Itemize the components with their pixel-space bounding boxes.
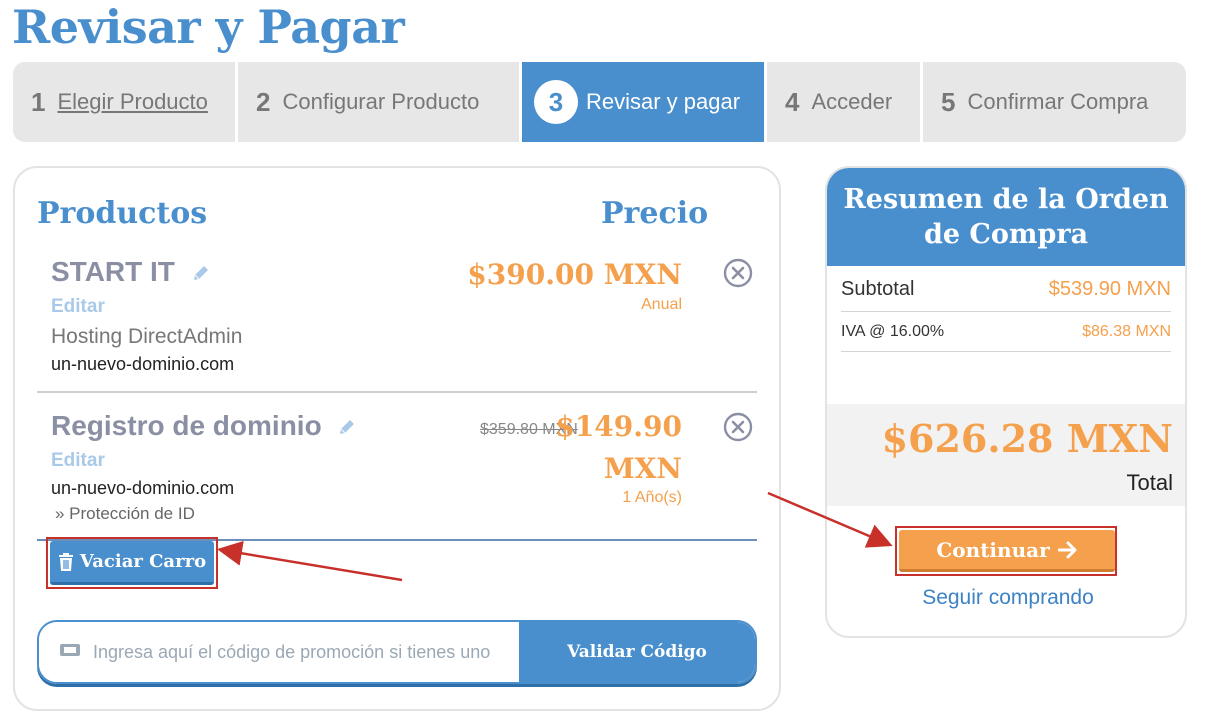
step-configure-product: 2 Configurar Producto [238, 62, 519, 142]
order-summary-panel: Resumen de la Orden de Compra Subtotal $… [825, 166, 1187, 638]
step-confirm-purchase: 5 Confirmar Compra [923, 62, 1186, 142]
step-label: Configurar Producto [282, 89, 480, 114]
edit-link[interactable]: Editar [51, 296, 105, 318]
product-name: Registro de dominio [51, 410, 357, 444]
summary-title: Resumen de la Orden de Compra [827, 168, 1185, 266]
product-domain: un-nuevo-dominio.com [51, 478, 235, 498]
subtotal-value: $539.90 MXN [1048, 278, 1171, 300]
page-title: Revisar y Pagar [12, 0, 405, 54]
continue-label: Continuar [936, 537, 1050, 562]
empty-cart-button[interactable]: Vaciar Carro [50, 541, 214, 585]
product-name-text: START IT [51, 256, 175, 287]
products-header: Productos [37, 196, 208, 231]
product-price: $390.00 MXN [467, 258, 682, 291]
promo-code-input[interactable] [93, 641, 513, 663]
tax-row: IVA @ 16.00% $86.38 MXN [841, 312, 1171, 352]
product-name: START IT [51, 256, 211, 290]
remove-item-icon[interactable] [723, 412, 753, 442]
step-number: 3 [534, 80, 578, 124]
promo-code-form: Validar Código [37, 620, 757, 684]
subtotal-row: Subtotal $539.90 MXN [841, 268, 1171, 312]
continue-button[interactable]: Continuar [899, 530, 1115, 572]
product-group: Hosting DirectAdmin [51, 325, 243, 348]
product-domain: un-nuevo-dominio.com [51, 354, 235, 374]
step-label[interactable]: Elegir Producto [57, 89, 207, 115]
validate-code-button[interactable]: Validar Código [519, 622, 755, 682]
total-label: Total [1126, 470, 1173, 495]
step-number: 2 [256, 86, 271, 117]
product-price: $149.90 [555, 410, 682, 443]
arrow-right-icon [1057, 541, 1078, 559]
step-number: 1 [31, 86, 46, 117]
pencil-icon[interactable] [337, 412, 357, 444]
tax-label: IVA @ 16.00% [841, 322, 945, 340]
total-amount: $626.28 MXN [881, 416, 1173, 461]
addon-item: » Protección de ID [55, 504, 195, 523]
billing-cycle: 1 Año(s) [622, 489, 682, 506]
continue-shopping-link[interactable]: Seguir comprando [827, 586, 1185, 610]
step-label: Confirmar Compra [967, 89, 1149, 114]
step-review-pay: 3 Revisar y pagar [522, 62, 764, 142]
step-number: 4 [785, 86, 800, 117]
empty-cart-label: Vaciar Carro [79, 551, 207, 572]
promo-input-wrapper [39, 622, 519, 682]
product-price-currency: MXN [603, 452, 682, 485]
step-login: 4 Acceder [767, 62, 920, 142]
total-box: $626.28 MXN Total [827, 404, 1185, 506]
remove-item-icon[interactable] [723, 258, 753, 288]
step-label: Revisar y pagar [586, 89, 741, 114]
price-header: Precio [601, 196, 709, 231]
product-name-text: Registro de dominio [51, 410, 322, 441]
trash-icon [58, 552, 74, 571]
subtotal-label: Subtotal [841, 278, 915, 300]
edit-link[interactable]: Editar [51, 450, 105, 472]
pencil-icon[interactable] [191, 258, 211, 290]
step-number: 5 [941, 86, 956, 117]
tax-value: $86.38 MXN [1082, 322, 1171, 340]
item-divider [37, 391, 757, 393]
step-label: Acceder [811, 89, 893, 114]
ticket-icon [59, 642, 81, 663]
billing-cycle: Anual [641, 296, 682, 313]
step-choose-product[interactable]: 1 Elegir Producto [13, 62, 235, 142]
checkout-steps: 1 Elegir Producto 2 Configurar Producto … [13, 62, 1186, 142]
